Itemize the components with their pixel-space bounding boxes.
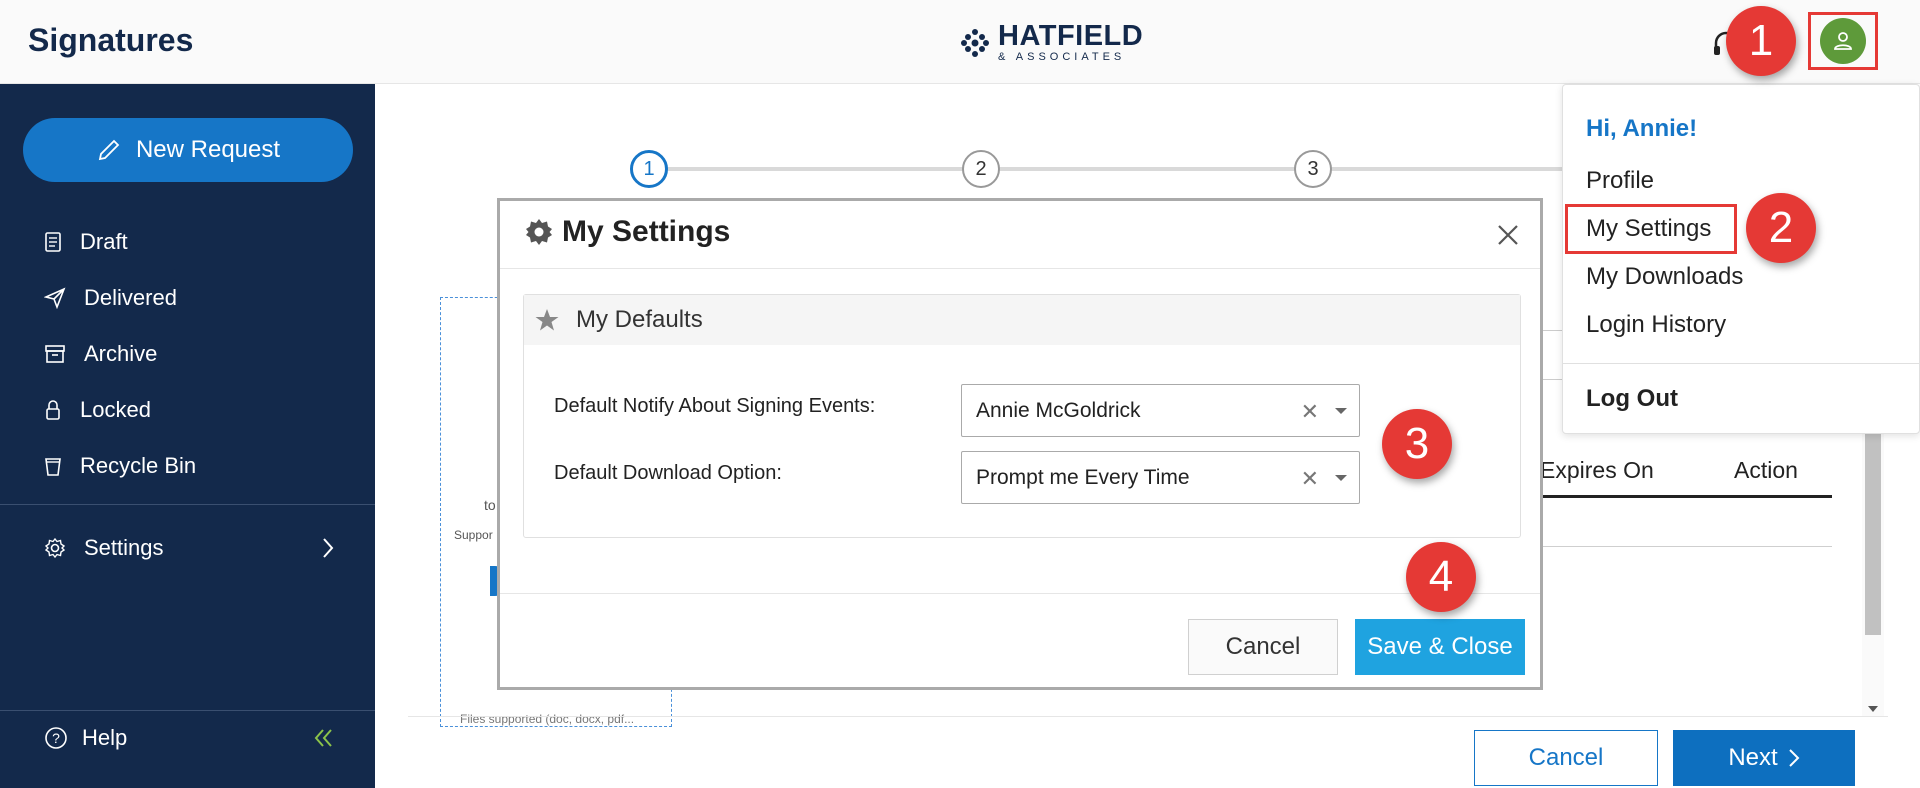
scroll-down-arrow-icon[interactable] (1868, 706, 1878, 712)
collapse-icon[interactable] (313, 726, 335, 750)
new-request-label: New Request (135, 136, 281, 163)
dialog-title: My Settings (524, 215, 730, 249)
my-defaults-panel: My Defaults Default Notify About Signing… (523, 294, 1521, 538)
drop-zone-footer: Files supported (doc, docx, pdf... (460, 712, 635, 726)
pencil-icon (98, 139, 120, 161)
annotation-badge-1: 1 (1726, 6, 1796, 76)
notify-select[interactable]: Annie McGoldrick ✕ (961, 384, 1360, 437)
cancel-button[interactable]: Cancel (1474, 730, 1658, 786)
column-action: Action (1734, 457, 1798, 483)
dialog-footer-divider (500, 593, 1540, 594)
annotation-badge-4: 4 (1406, 542, 1476, 612)
my-defaults-title: My Defaults (576, 306, 703, 333)
user-avatar[interactable] (1820, 18, 1866, 64)
wizard-stepper: 1 2 3 (630, 150, 1650, 190)
my-defaults-header: My Defaults (524, 295, 1520, 345)
sidebar-item-recycle-bin[interactable]: Recycle Bin (0, 438, 375, 494)
gear-icon (526, 219, 552, 245)
new-request-button[interactable]: New Request (23, 118, 353, 182)
column-expires-on: Expires On (1540, 457, 1654, 483)
step-3: 3 (1294, 150, 1332, 188)
annotation-badge-3: 3 (1382, 409, 1452, 479)
scrollbar[interactable] (1862, 430, 1884, 716)
download-select-value: Prompt me Every Time (976, 465, 1190, 489)
logo-main-text: HATFIELD (998, 20, 1144, 52)
user-icon (1834, 32, 1852, 50)
sidebar-item-label: Recycle Bin (80, 453, 197, 478)
app-title: Signatures (28, 22, 194, 58)
footer-divider (408, 716, 1888, 717)
dialog-header: My Settings (500, 201, 1540, 269)
next-button[interactable]: Next (1673, 730, 1855, 786)
sidebar-item-archive[interactable]: Archive (0, 326, 375, 382)
close-icon[interactable] (1496, 223, 1520, 247)
table-header: Expires On Action (1520, 445, 1832, 498)
sidebar-item-draft[interactable]: Draft (0, 214, 375, 270)
chevron-right-icon (1788, 749, 1800, 767)
step-1: 1 (630, 150, 668, 188)
company-logo: HATFIELD & ASSOCIATES (958, 22, 1143, 63)
menu-item-my-downloads[interactable]: My Downloads (1586, 263, 1743, 291)
sidebar-item-locked[interactable]: Locked (0, 382, 375, 438)
paper-plane-icon (44, 287, 66, 309)
help-icon: ? (45, 727, 67, 749)
annotation-badge-2: 2 (1746, 193, 1816, 263)
gear-icon (44, 537, 66, 559)
sidebar-nav: Draft Delivered Archive Locked Recycle B… (0, 214, 375, 494)
top-header: Signatures HATFIELD & ASSOCIATES (0, 0, 1920, 84)
sidebar-item-delivered[interactable]: Delivered (0, 270, 375, 326)
next-label: Next (1728, 744, 1778, 771)
notify-field-label: Default Notify About Signing Events: (554, 395, 876, 417)
chevron-down-icon[interactable] (1335, 475, 1347, 481)
logo-mark-icon (961, 28, 989, 57)
sidebar-item-label: Delivered (84, 285, 177, 310)
dialog-cancel-button[interactable]: Cancel (1188, 619, 1338, 675)
menu-item-profile[interactable]: Profile (1586, 167, 1654, 195)
logo-sub-text: & ASSOCIATES (998, 51, 1126, 63)
dialog-title-text: My Settings (562, 215, 731, 248)
trash-icon (45, 458, 61, 476)
my-settings-highlight (1565, 204, 1737, 254)
user-menu: Hi, Annie! Profile My Settings My Downlo… (1562, 84, 1920, 434)
download-option-select[interactable]: Prompt me Every Time ✕ (961, 451, 1360, 504)
drop-zone-support-text: Suppor (454, 528, 493, 542)
drop-zone-text: to (484, 497, 496, 513)
sidebar-item-help[interactable]: ? Help (0, 710, 375, 766)
chevron-right-icon (323, 538, 334, 558)
sidebar-item-label: Draft (80, 229, 128, 254)
archive-icon (45, 345, 65, 363)
menu-divider (1563, 363, 1920, 364)
sidebar-item-label: Locked (80, 397, 151, 422)
stepper-line (650, 167, 1650, 171)
scrollbar-thumb[interactable] (1865, 430, 1881, 635)
download-field-label: Default Download Option: (554, 462, 782, 484)
lock-icon (46, 400, 60, 420)
svg-text:?: ? (52, 730, 60, 746)
draft-icon (45, 232, 61, 252)
table-row-divider (1540, 546, 1832, 547)
notify-select-value: Annie McGoldrick (976, 398, 1141, 422)
sidebar-divider (0, 504, 375, 505)
sidebar: New Request Draft Delivered Archive Lock… (0, 84, 375, 788)
menu-item-log-out[interactable]: Log Out (1586, 385, 1678, 413)
clear-icon[interactable]: ✕ (1301, 399, 1319, 425)
chevron-down-icon[interactable] (1335, 408, 1347, 414)
sidebar-item-settings[interactable]: Settings (0, 520, 375, 576)
menu-item-login-history[interactable]: Login History (1586, 311, 1726, 339)
star-icon (535, 309, 559, 331)
clear-icon[interactable]: ✕ (1301, 466, 1319, 492)
step-2: 2 (962, 150, 1000, 188)
user-greeting: Hi, Annie! (1586, 115, 1698, 142)
sidebar-item-label: Archive (84, 341, 158, 366)
save-and-close-button[interactable]: Save & Close (1355, 619, 1525, 675)
settings-label: Settings (84, 535, 164, 560)
help-label: Help (82, 725, 128, 750)
avatar-highlight[interactable] (1808, 12, 1878, 70)
